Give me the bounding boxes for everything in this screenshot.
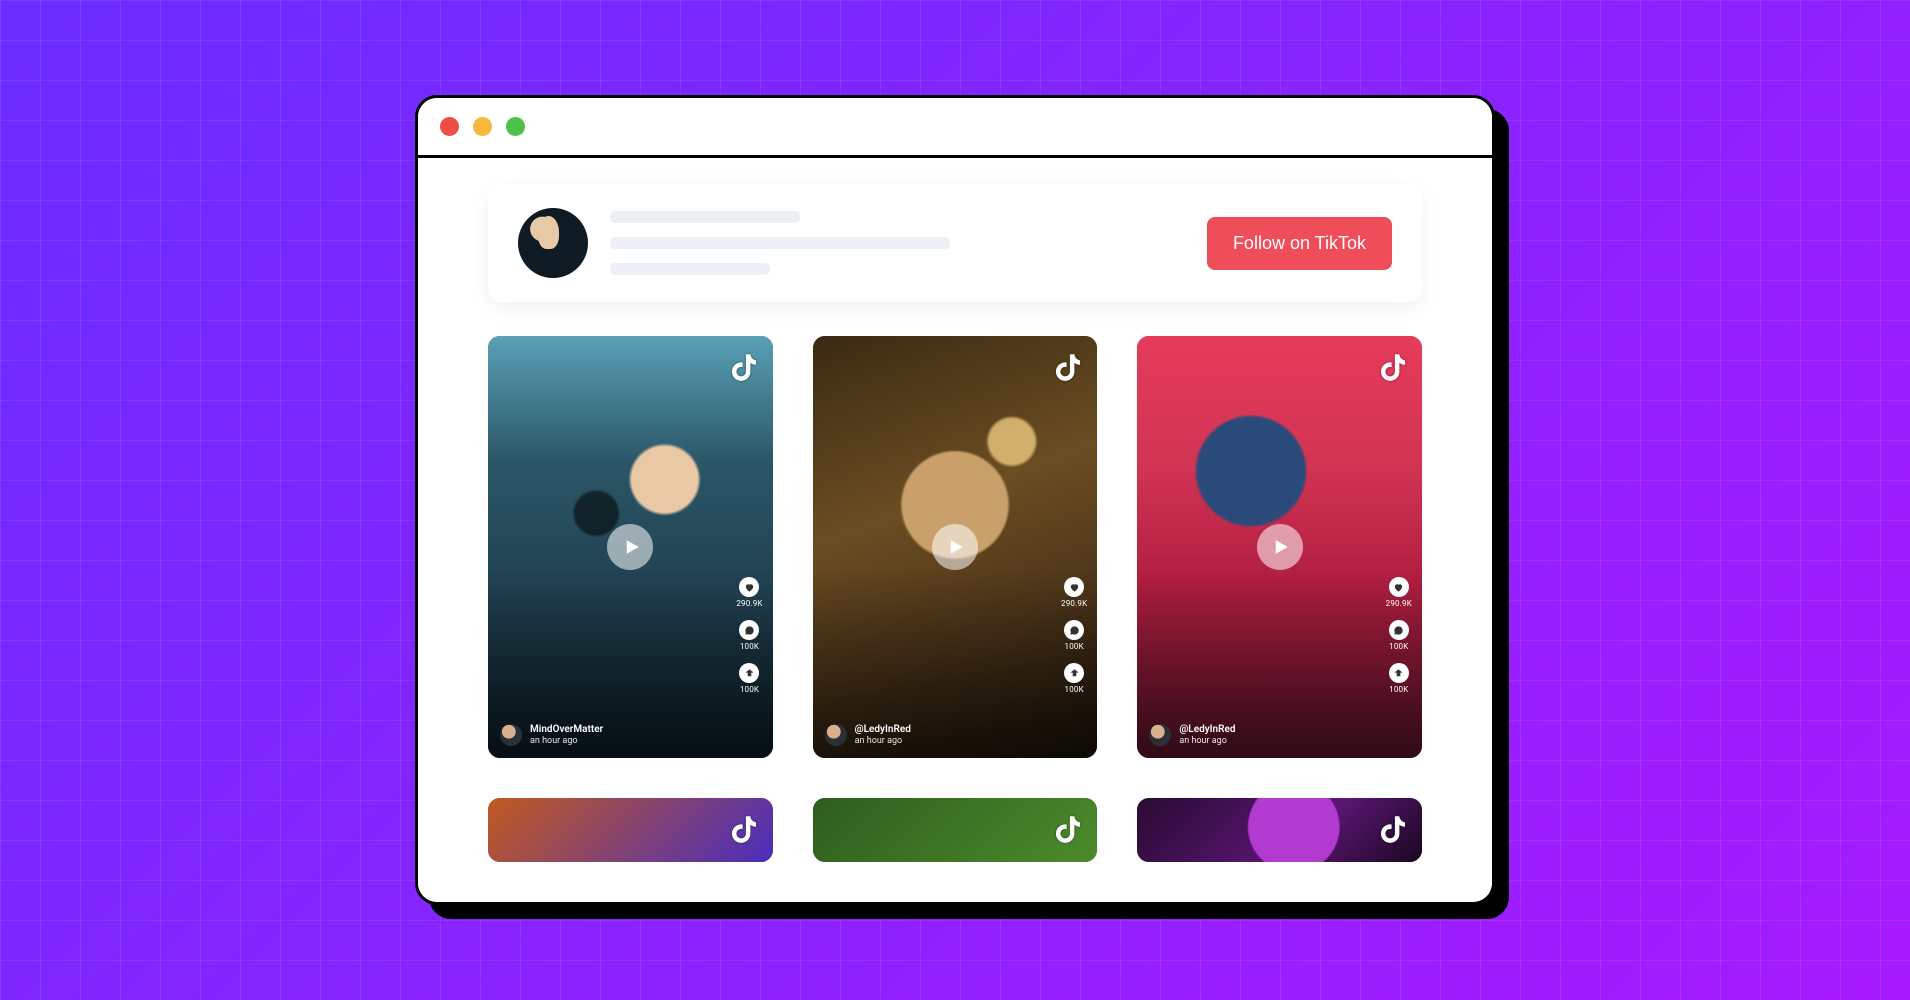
share-icon <box>1389 663 1409 683</box>
browser-window: Follow on TikTok 290. <box>415 95 1495 905</box>
likes-stat[interactable]: 290.9K <box>1061 577 1087 608</box>
follow-button[interactable]: Follow on TikTok <box>1207 217 1392 270</box>
shares-stat[interactable]: 100K <box>1389 663 1409 694</box>
post-time: an hour ago <box>530 736 603 746</box>
tiktok-logo-icon <box>1376 810 1410 848</box>
tiktok-logo-icon <box>1051 348 1085 386</box>
author-username[interactable]: @LedyInRed <box>855 724 911 736</box>
post-time: an hour ago <box>855 736 911 746</box>
skeleton-line <box>610 237 950 249</box>
likes-stat[interactable]: 290.9K <box>1386 577 1412 608</box>
shares-value: 100K <box>1065 685 1084 694</box>
likes-stat[interactable]: 290.9K <box>736 577 762 608</box>
comment-icon <box>1389 620 1409 640</box>
comments-value: 100K <box>740 642 759 651</box>
shares-value: 100K <box>740 685 759 694</box>
profile-card: Follow on TikTok <box>488 184 1422 302</box>
skeleton-line <box>610 263 770 275</box>
author-avatar[interactable] <box>1149 724 1171 746</box>
window-close-icon[interactable] <box>440 117 459 136</box>
video-stats: 290.9K 100K 100K <box>1386 577 1412 694</box>
shares-stat[interactable]: 100K <box>739 663 759 694</box>
video-tile[interactable] <box>488 798 773 862</box>
window-minimize-icon[interactable] <box>473 117 492 136</box>
video-stats: 290.9K 100K 100K <box>1061 577 1087 694</box>
video-tile[interactable] <box>813 798 1098 862</box>
comments-stat[interactable]: 100K <box>739 620 759 651</box>
comment-icon <box>739 620 759 640</box>
video-meta: MindOverMatter an hour ago <box>500 724 703 746</box>
shares-value: 100K <box>1389 685 1408 694</box>
video-stats: 290.9K 100K 100K <box>736 577 762 694</box>
video-tile[interactable] <box>1137 798 1422 862</box>
likes-value: 290.9K <box>736 599 762 608</box>
heart-icon <box>1389 577 1409 597</box>
video-tile[interactable]: 290.9K 100K 100K <box>813 336 1098 758</box>
comments-value: 100K <box>1389 642 1408 651</box>
play-icon[interactable] <box>1257 524 1303 570</box>
likes-value: 290.9K <box>1386 599 1412 608</box>
comments-stat[interactable]: 100K <box>1389 620 1409 651</box>
heart-icon <box>1064 577 1084 597</box>
shares-stat[interactable]: 100K <box>1064 663 1084 694</box>
tiktok-logo-icon <box>727 348 761 386</box>
author-username[interactable]: MindOverMatter <box>530 724 603 736</box>
video-tile[interactable]: 290.9K 100K 100K <box>1137 336 1422 758</box>
tiktok-logo-icon <box>727 810 761 848</box>
page-content: Follow on TikTok 290. <box>418 158 1492 902</box>
comment-icon <box>1064 620 1084 640</box>
video-meta: @LedyInRed an hour ago <box>825 724 1028 746</box>
post-time: an hour ago <box>1179 736 1235 746</box>
tiktok-logo-icon <box>1051 810 1085 848</box>
author-username[interactable]: @LedyInRed <box>1179 724 1235 736</box>
skeleton-line <box>610 211 800 223</box>
comments-value: 100K <box>1065 642 1084 651</box>
video-meta: @LedyInRed an hour ago <box>1149 724 1352 746</box>
play-icon[interactable] <box>607 524 653 570</box>
tiktok-logo-icon <box>1376 348 1410 386</box>
video-grid-row-2 <box>488 798 1422 862</box>
likes-value: 290.9K <box>1061 599 1087 608</box>
stage: Follow on TikTok 290. <box>0 0 1910 1000</box>
share-icon <box>1064 663 1084 683</box>
share-icon <box>739 663 759 683</box>
window-titlebar <box>418 98 1492 158</box>
heart-icon <box>739 577 759 597</box>
profile-avatar[interactable] <box>518 208 588 278</box>
video-grid: 290.9K 100K 100K <box>488 336 1422 758</box>
author-avatar[interactable] <box>825 724 847 746</box>
comments-stat[interactable]: 100K <box>1064 620 1084 651</box>
window-maximize-icon[interactable] <box>506 117 525 136</box>
profile-text-skeleton <box>610 211 1185 275</box>
author-avatar[interactable] <box>500 724 522 746</box>
video-tile[interactable]: 290.9K 100K 100K <box>488 336 773 758</box>
play-icon[interactable] <box>932 524 978 570</box>
